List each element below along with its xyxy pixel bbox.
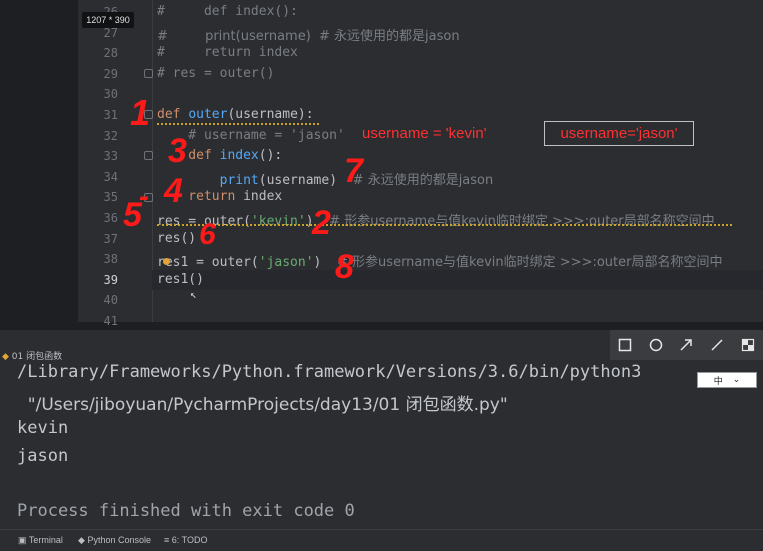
python-console-tab[interactable]: ◆ Python Console	[78, 535, 151, 546]
code-token: 'jason'	[258, 255, 314, 271]
line-number: 32	[103, 128, 118, 143]
code-token: (username):	[227, 107, 314, 122]
arrow-icon[interactable]	[675, 334, 697, 356]
hand-number-1: 1	[130, 92, 151, 133]
code-line[interactable]: # def index():	[157, 4, 298, 19]
code-line[interactable]: res = outer('kevin') # 形参username与值kevin…	[157, 210, 715, 229]
language-select[interactable]: 中 ⌄	[697, 372, 757, 388]
hand-number-3: 3	[168, 132, 187, 170]
code-token: # return index	[157, 45, 298, 61]
code-line[interactable]: res()	[157, 231, 196, 246]
line-number: 39	[103, 272, 118, 287]
run-tab-label: 01 闭包函数	[11, 352, 63, 362]
language-select-value: 中	[713, 376, 723, 387]
current-line-highlight	[152, 270, 763, 290]
code-line[interactable]: def outer(username):	[157, 107, 314, 122]
code-token: # 形参username与值kevin临时绑定 >>>:outer局部名称空间中	[337, 255, 723, 271]
terminal-tab[interactable]: ▣ Terminal	[18, 535, 63, 546]
hand-dash-mark: -	[139, 180, 149, 213]
code-line[interactable]: # print(username) # 永远使用的都是jason	[157, 25, 460, 44]
line-number: 30	[103, 87, 118, 102]
code-token: def	[157, 107, 189, 122]
code-token: def	[157, 148, 220, 164]
line-number: 40	[103, 293, 118, 308]
warning-bulb-icon[interactable]	[163, 258, 170, 265]
fold-marker[interactable]	[144, 151, 153, 160]
todo-icon: ≡	[164, 535, 170, 545]
code-token: # print(username) # 永远使用的都是jason	[157, 28, 460, 44]
line-number: 38	[103, 252, 118, 267]
line-number: 37	[103, 231, 118, 246]
code-token: res1 = outer(	[157, 255, 259, 271]
rectangle-icon[interactable]	[614, 334, 636, 356]
mouse-cursor-icon: ↖	[190, 288, 197, 301]
code-token: )	[313, 255, 338, 271]
console-output-line: jason	[17, 446, 69, 466]
python-console-tab-label: Python Console	[87, 535, 151, 545]
mosaic-icon[interactable]	[737, 334, 759, 356]
console-exit-message: Process finished with exit code 0	[17, 501, 355, 521]
ellipse-icon[interactable]	[645, 334, 667, 356]
todo-tab-label: 6: TODO	[171, 535, 208, 545]
hand-number-6: 6	[199, 218, 216, 251]
code-token: ():	[258, 148, 283, 164]
code-token: # 永远使用的都是jason	[352, 172, 494, 188]
python-run-icon: ◆	[2, 352, 9, 362]
console-output-line: /Library/Frameworks/Python.framework/Ver…	[17, 362, 642, 382]
line-number: 41	[103, 314, 118, 328]
code-line[interactable]: print(username) # 永远使用的都是jason	[157, 169, 494, 188]
code-line[interactable]: res1()	[157, 272, 204, 287]
typed-annotation: username = 'kevin'	[362, 125, 487, 142]
code-token: res()	[157, 230, 197, 246]
line-number: 28	[103, 46, 118, 61]
line-number: 34	[103, 169, 118, 184]
code-token: res1()	[157, 271, 204, 287]
hand-number-2: 2	[312, 204, 331, 242]
warning-underline	[157, 222, 732, 226]
todo-tab[interactable]: ≡ 6: TODO	[164, 535, 207, 545]
python-console-icon: ◆	[78, 535, 85, 545]
terminal-tab-label: Terminal	[28, 535, 63, 545]
chevron-down-icon: ⌄	[732, 375, 741, 385]
terminal-icon: ▣	[18, 535, 27, 545]
code-token: index	[219, 148, 259, 164]
code-token: index	[243, 189, 283, 205]
code-token: outer	[188, 107, 228, 122]
console-output-line: kevin	[17, 418, 69, 438]
screenshot-size-badge: 1207 * 390	[82, 12, 134, 28]
line-number: 36	[103, 211, 118, 225]
code-line[interactable]: # res = outer()	[157, 66, 274, 81]
line-number: 35	[103, 190, 118, 205]
bottom-tool-bar: ▣ Terminal ◆ Python Console ≡ 6: TODO	[0, 529, 763, 551]
code-token: # def index():	[157, 4, 298, 19]
line-icon[interactable]	[706, 334, 728, 356]
code-token: (username)	[258, 172, 353, 188]
hand-number-8: 8	[335, 248, 354, 286]
console-output-line: "/Users/jiboyuan/PycharmProjects/day13/0…	[17, 395, 508, 415]
code-line[interactable]: # return index	[157, 45, 298, 60]
line-number: 33	[103, 149, 118, 164]
warning-underline	[157, 121, 319, 125]
annotation-toolbar	[610, 330, 763, 360]
hand-number-4: 4	[164, 172, 183, 210]
fold-marker[interactable]	[144, 69, 153, 78]
line-number: 31	[103, 108, 118, 122]
line-number: 29	[103, 66, 118, 81]
boxed-annotation: username='jason'	[544, 121, 694, 146]
code-token: # res = outer()	[157, 65, 275, 81]
hand-number-7: 7	[344, 152, 363, 190]
code-line[interactable]: res1 = outer('jason') # 形参username与值kevi…	[157, 251, 722, 270]
